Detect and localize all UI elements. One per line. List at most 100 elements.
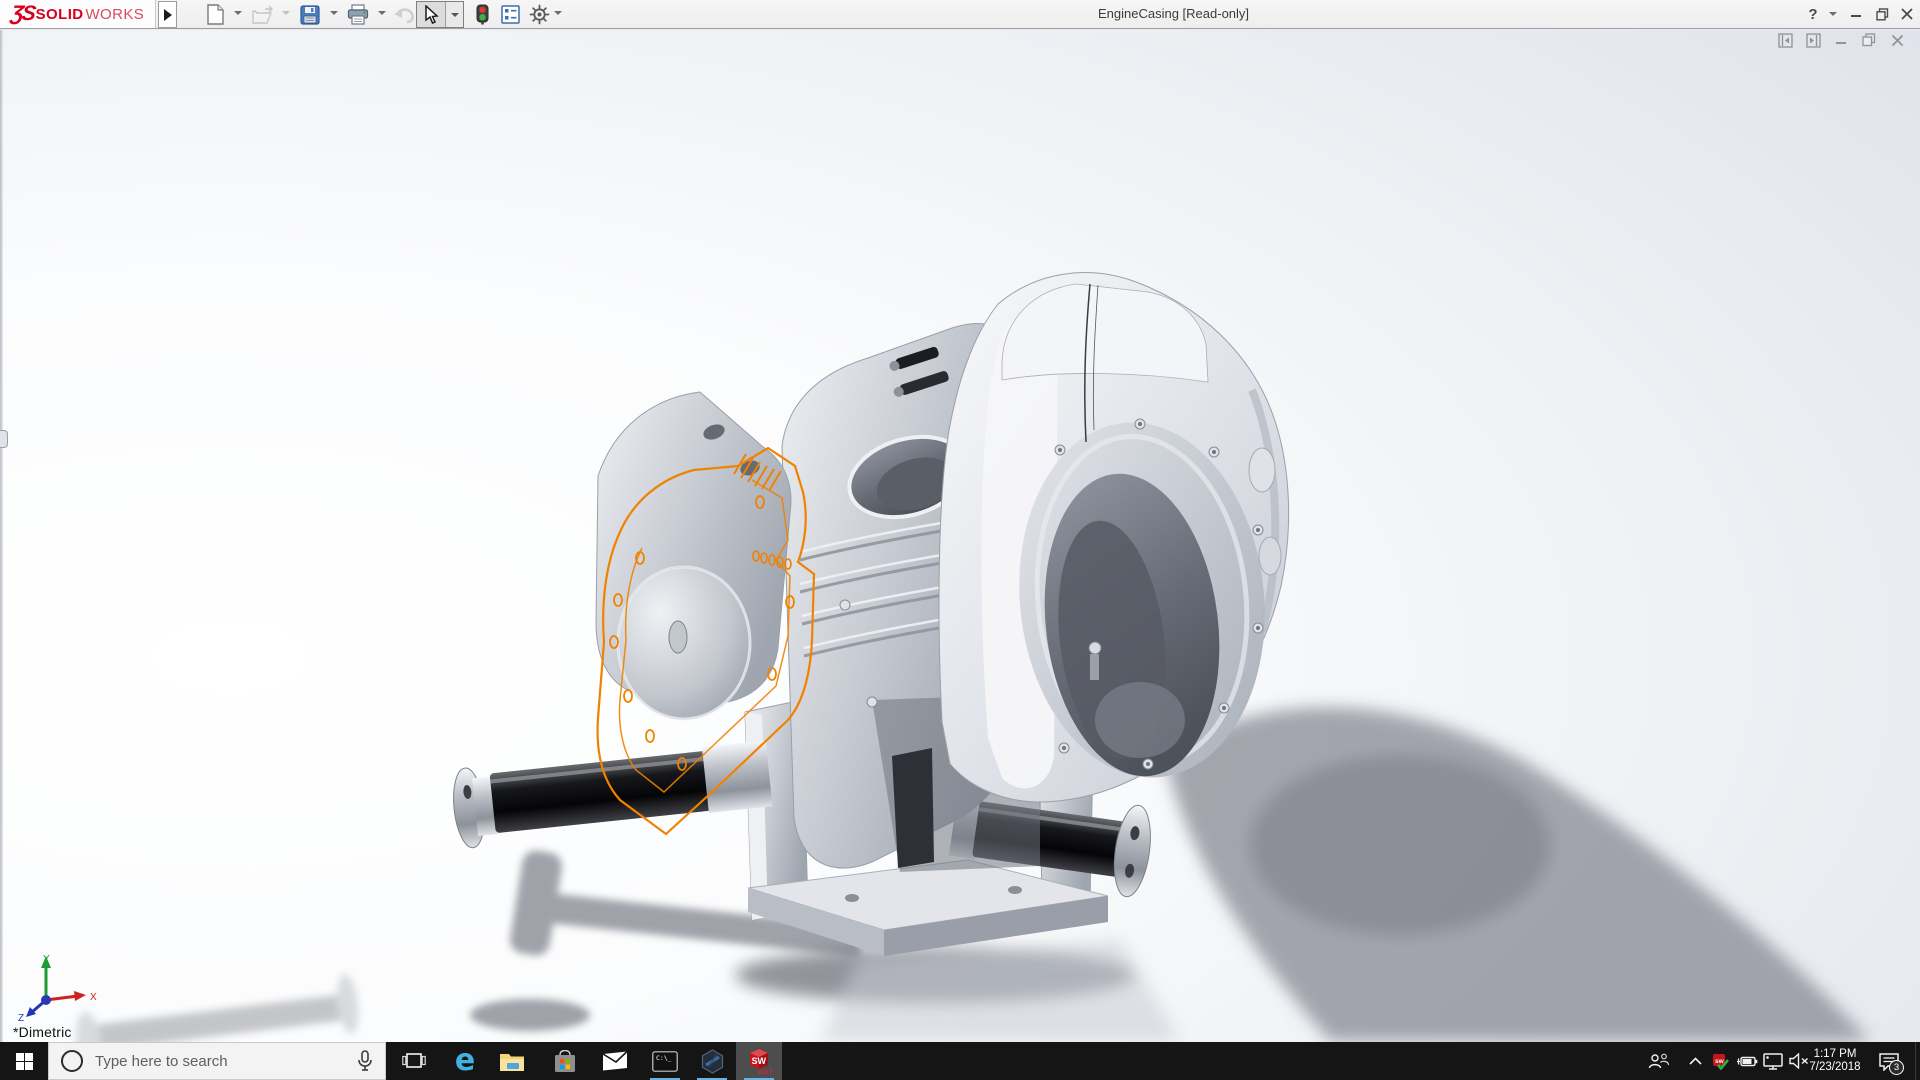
people-icon: [1648, 1053, 1670, 1069]
edge-button[interactable]: e: [442, 1042, 488, 1080]
feature-tree-expand-handle[interactable]: [0, 430, 8, 448]
printer-icon: [347, 4, 369, 25]
edrawings-button[interactable]: [689, 1042, 735, 1080]
tray-overflow-button[interactable]: [1684, 1042, 1706, 1080]
triad-y-label: Y: [43, 954, 50, 965]
arrow-right-pane-icon: [1806, 33, 1821, 48]
notification-badge: 3: [1889, 1060, 1904, 1075]
select-cursor-icon: [424, 5, 439, 24]
chevron-up-icon: [1689, 1057, 1702, 1065]
arrow-left-pane-icon: [1778, 33, 1793, 48]
solidworks-app-icon: SW 2017: [745, 1047, 773, 1075]
undo-button[interactable]: [392, 3, 416, 26]
battery-tray-button[interactable]: [1734, 1042, 1760, 1080]
task-view-icon: [402, 1050, 426, 1072]
help-button[interactable]: ?: [1804, 0, 1822, 28]
cortana-icon: [61, 1050, 83, 1072]
doc-close-icon: [1891, 34, 1904, 47]
reference-triad: Y X Z: [16, 950, 106, 1022]
brand-works: WORKS: [86, 6, 145, 23]
feature-tree-collapsed-edge: [0, 30, 3, 1042]
task-view-button[interactable]: [391, 1042, 437, 1080]
triad-x-label: X: [90, 992, 97, 1003]
open-button[interactable]: [250, 3, 274, 26]
sw-letters: SW: [752, 1056, 767, 1066]
left-shaft[interactable]: [450, 737, 774, 850]
mail-icon: [602, 1051, 628, 1071]
properties-list-icon: [501, 5, 520, 24]
menu-flyout-button[interactable]: [158, 1, 177, 28]
microsoft-store-button[interactable]: [542, 1042, 588, 1080]
edge-icon: e: [455, 1048, 475, 1074]
help-dropdown[interactable]: [1829, 12, 1837, 16]
command-prompt-icon: C:\_: [652, 1051, 678, 1072]
print-button[interactable]: [346, 3, 370, 26]
arrow-left-pane-button[interactable]: [1776, 32, 1794, 48]
microphone-icon[interactable]: [357, 1050, 373, 1072]
traffic-light-icon: [476, 4, 489, 25]
select-tool-dropdown[interactable]: [445, 2, 463, 27]
brand-glyph: ƷS: [9, 2, 35, 26]
doc-restore-button[interactable]: [1860, 32, 1878, 48]
windows-logo-icon: [16, 1053, 33, 1070]
doc-minimize-button[interactable]: [1832, 32, 1850, 48]
brand-solid: SOLID: [36, 6, 84, 23]
graphics-viewport[interactable]: Y X Z *Dimetric: [0, 30, 1920, 1042]
solidworks-logo: ƷS SOLIDWORKS: [0, 0, 156, 28]
gear-icon: [529, 4, 550, 25]
clock-date: 7/23/2018: [1809, 1061, 1860, 1074]
doc-restore-icon: [1862, 33, 1876, 47]
taskbar: e C:\_: [0, 1042, 1920, 1080]
open-dropdown[interactable]: [282, 11, 290, 15]
edrawings-hexagon-icon: [700, 1049, 725, 1074]
print-dropdown[interactable]: [378, 11, 386, 15]
save-dropdown[interactable]: [330, 11, 338, 15]
document-window-controls: [1776, 32, 1906, 48]
file-properties-button[interactable]: [498, 3, 522, 26]
network-monitor-icon: [1763, 1053, 1783, 1070]
open-folder-icon: [251, 5, 274, 25]
restore-icon: [1876, 8, 1889, 21]
minimize-button[interactable]: [1846, 0, 1866, 28]
clock-time: 1:17 PM: [1814, 1048, 1857, 1061]
select-tool-button[interactable]: [416, 1, 464, 28]
solidworks-resource-monitor-icon: sw: [1711, 1053, 1729, 1070]
restore-button[interactable]: [1871, 0, 1893, 28]
battery-icon: [1736, 1055, 1758, 1068]
new-document-dropdown[interactable]: [234, 11, 242, 15]
sw-year: 2017: [758, 1069, 773, 1075]
new-document-button[interactable]: [203, 3, 227, 26]
solidworks-app-button[interactable]: SW 2017: [736, 1042, 782, 1080]
view-orientation-label: *Dimetric: [13, 1024, 72, 1040]
tray-clock[interactable]: 1:17 PM 7/23/2018: [1800, 1042, 1870, 1080]
start-button[interactable]: [0, 1042, 48, 1080]
minimize-icon: [1850, 8, 1862, 20]
triad-z-label: Z: [18, 1013, 24, 1022]
undo-arrow-icon: [393, 6, 415, 24]
show-desktop-button[interactable]: [1915, 1042, 1920, 1080]
mail-button[interactable]: [592, 1042, 638, 1080]
rebuild-button[interactable]: [470, 3, 494, 26]
engine-casing-model[interactable]: [0, 30, 1920, 1042]
doc-minimize-icon: [1835, 34, 1848, 47]
doc-close-button[interactable]: [1888, 32, 1906, 48]
network-tray-button[interactable]: [1760, 1042, 1786, 1080]
options-dropdown[interactable]: [554, 11, 562, 15]
arrow-right-pane-button[interactable]: [1804, 32, 1822, 48]
save-floppy-icon: [300, 5, 320, 25]
people-button[interactable]: [1645, 1042, 1673, 1080]
file-explorer-button[interactable]: [489, 1042, 535, 1080]
options-button[interactable]: [527, 3, 551, 26]
new-document-icon: [206, 4, 225, 25]
search-input[interactable]: [93, 1043, 357, 1079]
flyout-arrow-icon: [164, 9, 172, 21]
taskbar-search[interactable]: [48, 1042, 386, 1080]
solidworks-tray-button[interactable]: sw: [1708, 1042, 1732, 1080]
close-icon: [1901, 8, 1913, 20]
title-bar: ƷS SOLIDWORKS: [0, 0, 1920, 29]
save-button[interactable]: [298, 3, 322, 26]
command-prompt-text: C:\_: [656, 1054, 672, 1062]
command-prompt-button[interactable]: C:\_: [642, 1042, 688, 1080]
close-button[interactable]: [1897, 0, 1917, 28]
microsoft-store-icon: [553, 1050, 577, 1073]
